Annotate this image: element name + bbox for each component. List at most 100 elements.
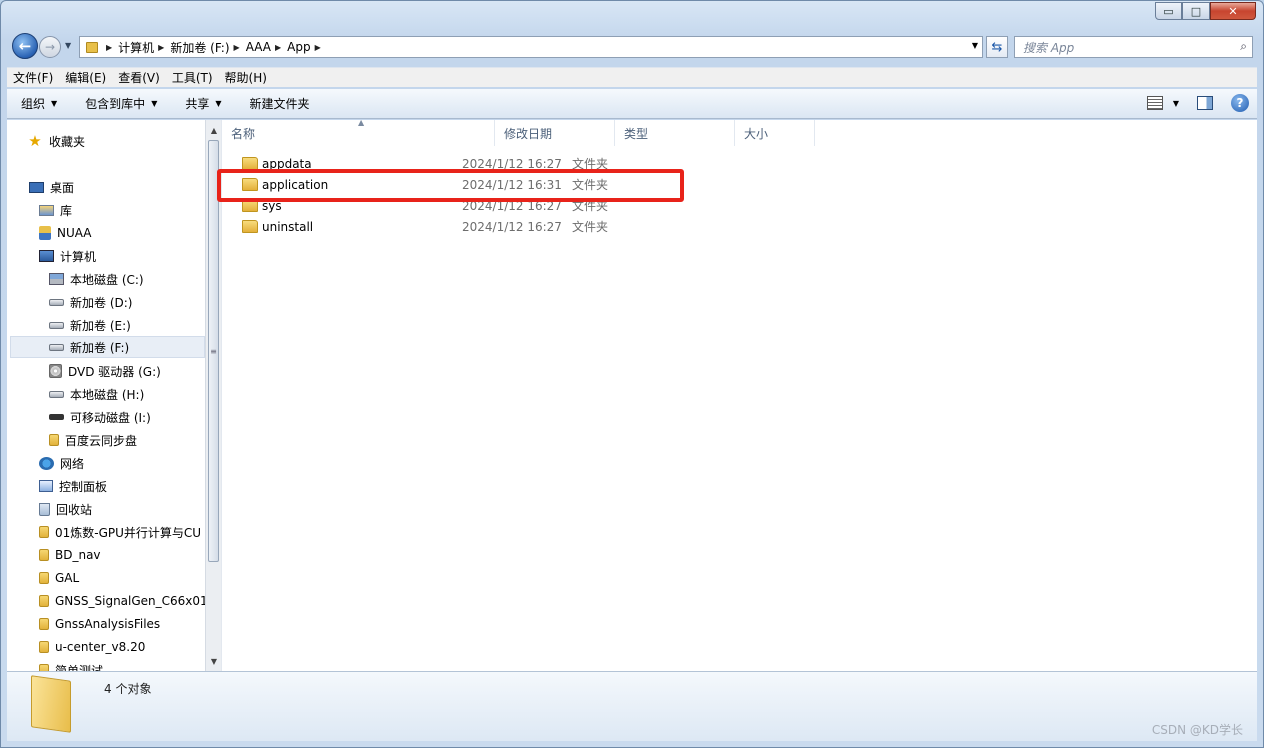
navigation-pane: ★ 收藏夹 桌面 库 NUAA 计算机 本地磁盘 (C:) 新加卷 (D:) 新加… bbox=[7, 120, 205, 671]
breadcrumb-item[interactable]: App bbox=[287, 40, 310, 54]
address-bar[interactable]: ▶ 计算机 ▶ 新加卷 (F:) ▶ AAA ▶ App ▶ ▼ bbox=[79, 36, 983, 58]
address-dropdown-icon[interactable]: ▼ bbox=[972, 41, 978, 50]
breadcrumb-item[interactable]: 新加卷 (F:) bbox=[170, 39, 229, 56]
sidebar-item-folder[interactable]: 01炼数-GPU并行计算与CU bbox=[39, 521, 201, 543]
sidebar-item-label: 新加卷 (E:) bbox=[70, 318, 131, 333]
column-header-size[interactable]: 大小 bbox=[735, 120, 815, 146]
caption-buttons: ▭ □ ✕ bbox=[1155, 2, 1256, 20]
folder-icon bbox=[39, 641, 49, 653]
sidebar-item-label: 可移动磁盘 (I:) bbox=[70, 410, 151, 425]
dropdown-arrow-icon: ▼ bbox=[51, 99, 58, 108]
column-label: 类型 bbox=[624, 126, 649, 141]
sidebar-item-folder[interactable]: 简单测试 bbox=[39, 659, 103, 671]
share-label: 共享 bbox=[185, 97, 210, 111]
menu-edit[interactable]: 编辑(E) bbox=[59, 69, 112, 86]
sidebar-item-label: GNSS_SignalGen_C66x01 bbox=[55, 594, 205, 608]
folder-icon bbox=[39, 595, 49, 607]
column-headers: ▲ 名称 修改日期 类型 大小 bbox=[222, 118, 815, 146]
sidebar-item-library[interactable]: 库 bbox=[39, 199, 72, 221]
network-icon bbox=[39, 456, 54, 470]
sidebar-item-nuaa[interactable]: NUAA bbox=[39, 222, 92, 244]
breadcrumb-item[interactable]: AAA bbox=[246, 40, 271, 54]
chevron-right-icon[interactable]: ▶ bbox=[158, 43, 164, 52]
chevron-right-icon[interactable]: ▶ bbox=[315, 43, 321, 52]
maximize-button[interactable]: □ bbox=[1182, 2, 1210, 20]
sidebar-item-favorites[interactable]: ★ 收藏夹 bbox=[27, 130, 85, 152]
folder-icon bbox=[39, 549, 49, 561]
forward-button[interactable]: → bbox=[39, 36, 61, 58]
drive-icon bbox=[49, 298, 64, 306]
sidebar-item-desktop[interactable]: 桌面 bbox=[29, 176, 74, 198]
search-icon[interactable]: ⌕ bbox=[1240, 39, 1247, 54]
file-name: uninstall bbox=[262, 219, 314, 234]
dropdown-arrow-icon: ▼ bbox=[151, 99, 158, 108]
column-header-date[interactable]: 修改日期 bbox=[495, 120, 615, 146]
breadcrumb-item[interactable]: 计算机 bbox=[118, 39, 154, 56]
share-button[interactable]: 共享 ▼ bbox=[171, 95, 235, 112]
menu-file[interactable]: 文件(F) bbox=[7, 69, 59, 86]
sidebar-scrollbar[interactable]: ▲ ≡ ▼ bbox=[205, 120, 221, 671]
column-header-name[interactable]: 名称 bbox=[222, 120, 495, 146]
scroll-down-icon[interactable]: ▼ bbox=[206, 653, 222, 669]
sidebar-item-label: 桌面 bbox=[50, 180, 75, 195]
organize-button[interactable]: 组织 ▼ bbox=[7, 95, 71, 112]
chevron-right-icon[interactable]: ▶ bbox=[106, 43, 112, 52]
file-list: ▲ 名称 修改日期 类型 大小 appdata 2024/1/12 16:27 … bbox=[217, 118, 1257, 671]
refresh-button[interactable]: ⇆ bbox=[986, 36, 1008, 58]
menu-help[interactable]: 帮助(H) bbox=[219, 69, 273, 86]
search-input[interactable]: 搜索 App ⌕ bbox=[1014, 36, 1253, 58]
sidebar-item-label: 百度云同步盘 bbox=[65, 433, 138, 448]
system-drive-icon bbox=[49, 273, 64, 285]
sidebar-item-baidu-sync[interactable]: 百度云同步盘 bbox=[49, 429, 137, 451]
recycle-bin-icon bbox=[39, 502, 50, 516]
sidebar-item-drive-c[interactable]: 本地磁盘 (C:) bbox=[49, 268, 144, 290]
sidebar-item-label: GnssAnalysisFiles bbox=[55, 617, 161, 631]
refresh-icon: ⇆ bbox=[991, 39, 1003, 55]
menu-tools[interactable]: 工具(T) bbox=[166, 69, 219, 86]
back-button[interactable]: ← bbox=[12, 33, 38, 59]
chevron-right-icon[interactable]: ▶ bbox=[234, 43, 240, 52]
sidebar-item-recycle-bin[interactable]: 回收站 bbox=[39, 498, 92, 520]
preview-pane-icon[interactable] bbox=[1197, 96, 1213, 110]
sidebar-item-removable-i[interactable]: 可移动磁盘 (I:) bbox=[49, 406, 151, 428]
explorer-window: ▭ □ ✕ ← → ▼ ▶ 计算机 ▶ 新加卷 (F:) ▶ AAA ▶ App… bbox=[0, 0, 1264, 748]
scrollbar-thumb[interactable]: ≡ bbox=[208, 140, 219, 562]
minimize-button[interactable]: ▭ bbox=[1155, 2, 1182, 20]
sidebar-item-folder[interactable]: GAL bbox=[39, 567, 79, 589]
sidebar-item-label: 简单测试 bbox=[55, 663, 104, 672]
include-library-button[interactable]: 包含到库中 ▼ bbox=[71, 95, 171, 112]
change-view-button[interactable]: ▼ bbox=[1146, 96, 1179, 110]
sidebar-item-label: NUAA bbox=[57, 226, 92, 240]
sidebar-item-drive-h[interactable]: 本地磁盘 (H:) bbox=[49, 383, 144, 405]
dropdown-arrow-icon: ▼ bbox=[1172, 98, 1179, 108]
sidebar-item-drive-d[interactable]: 新加卷 (D:) bbox=[49, 291, 132, 313]
sidebar-item-network[interactable]: 网络 bbox=[39, 452, 84, 474]
column-header-type[interactable]: 类型 bbox=[615, 120, 735, 146]
sidebar-item-computer[interactable]: 计算机 bbox=[39, 245, 96, 267]
computer-icon bbox=[39, 250, 54, 262]
back-arrow-icon: ← bbox=[18, 37, 32, 55]
column-label: 名称 bbox=[231, 126, 256, 141]
sidebar-item-label: 本地磁盘 (C:) bbox=[70, 272, 144, 287]
folder-icon bbox=[49, 434, 59, 446]
highlight-box bbox=[217, 169, 684, 202]
sidebar-item-drive-f[interactable]: 新加卷 (F:) bbox=[10, 336, 205, 358]
folder-icon bbox=[31, 675, 71, 733]
file-row[interactable]: uninstall 2024/1/12 16:27 文件夹 bbox=[222, 216, 682, 237]
sidebar-item-folder[interactable]: u-center_v8.20 bbox=[39, 636, 145, 658]
sidebar-item-folder[interactable]: GnssAnalysisFiles bbox=[39, 613, 160, 635]
help-icon[interactable]: ? bbox=[1231, 94, 1249, 112]
sidebar-item-control-panel[interactable]: 控制面板 bbox=[39, 475, 107, 497]
folder-icon bbox=[39, 664, 49, 671]
column-label: 修改日期 bbox=[504, 126, 553, 141]
sidebar-item-folder[interactable]: GNSS_SignalGen_C66x01 bbox=[39, 590, 205, 612]
chevron-right-icon[interactable]: ▶ bbox=[275, 43, 281, 52]
history-dropdown-icon[interactable]: ▼ bbox=[65, 41, 71, 50]
new-folder-button[interactable]: 新建文件夹 bbox=[236, 95, 324, 112]
sidebar-item-dvd-g[interactable]: DVD 驱动器 (G:) bbox=[49, 360, 161, 382]
sidebar-item-folder[interactable]: BD_nav bbox=[39, 544, 101, 566]
sidebar-item-drive-e[interactable]: 新加卷 (E:) bbox=[49, 314, 131, 336]
close-button[interactable]: ✕ bbox=[1210, 2, 1256, 20]
scroll-up-icon[interactable]: ▲ bbox=[206, 122, 222, 138]
menu-view[interactable]: 查看(V) bbox=[112, 69, 166, 86]
